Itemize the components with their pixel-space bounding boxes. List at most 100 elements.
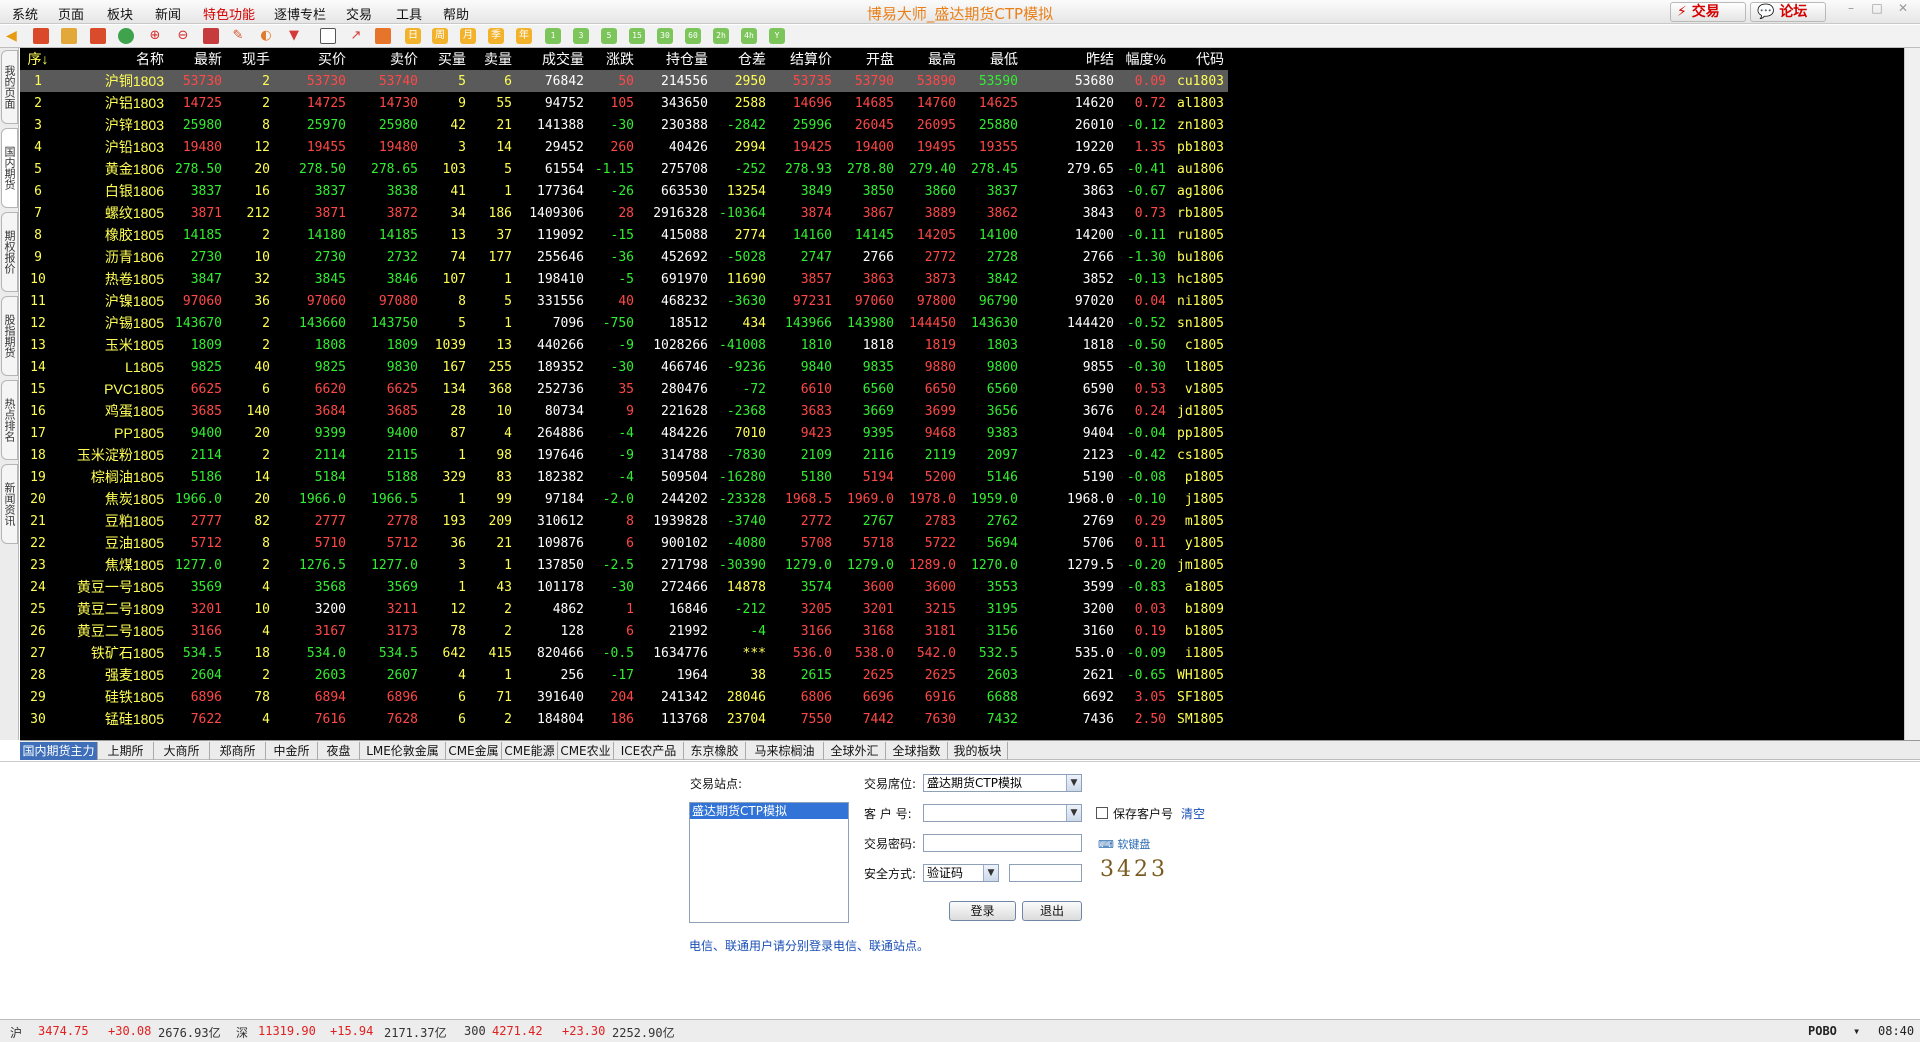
- table-row[interactable]: 4 沪铅1803 19480 12 19455 19480 3 14 29452 260 40426…: [20, 136, 1228, 158]
- security-select[interactable]: 验证码 ▼: [923, 864, 999, 882]
- table-row[interactable]: 9 沥青1806 2730 10 2730 2732 74 177 255646 -36 45269…: [20, 246, 1228, 268]
- soft-keyboard-button[interactable]: ⌨ 软键盘: [1098, 836, 1150, 852]
- back-arrow-icon[interactable]: ◀: [6, 28, 22, 44]
- exchange-tab[interactable]: 中金所: [266, 742, 318, 760]
- client-id-input[interactable]: ▼: [923, 804, 1082, 822]
- table-row[interactable]: 3 沪锌1803 25980 8 25970 25980 42 21 141388 -30 2303…: [20, 114, 1228, 136]
- table-row[interactable]: 16 鸡蛋1805 3685 140 3684 3685 28 10 80734 9 221628 -…: [20, 400, 1228, 422]
- column-header[interactable]: 涨跌: [588, 48, 638, 70]
- exchange-tab[interactable]: 全球指数: [886, 742, 948, 760]
- column-header[interactable]: 名称: [56, 48, 168, 70]
- filter-icon[interactable]: ▼: [286, 28, 302, 44]
- exchange-tab[interactable]: 郑商所: [210, 742, 266, 760]
- column-header[interactable]: 现手: [226, 48, 274, 70]
- column-header[interactable]: 卖量: [470, 48, 516, 70]
- book-icon[interactable]: [61, 28, 77, 44]
- table-row[interactable]: 15 PVC1805 6625 6 6620 6625 134 368 252736 35 2804…: [20, 378, 1228, 400]
- station-list[interactable]: 盛达期货CTP模拟: [689, 802, 849, 923]
- exchange-tab[interactable]: 夜盘: [318, 742, 360, 760]
- table-row[interactable]: 13 玉米1805 1809 2 1808 1809 1039 13 440266 -9 10282…: [20, 334, 1228, 356]
- column-header[interactable]: 幅度%: [1118, 48, 1170, 70]
- period-day-icon[interactable]: 日: [405, 28, 421, 44]
- minute-60-icon[interactable]: 60: [685, 28, 701, 44]
- column-header[interactable]: 结算价: [770, 48, 836, 70]
- maximize-button[interactable]: □: [1866, 2, 1888, 16]
- table-row[interactable]: 18 玉米淀粉1805 2114 2 2114 2115 1 98 197646 -9 314788…: [20, 444, 1228, 466]
- table-row[interactable]: 5 黄金1806 278.50 20 278.50 278.65 103 5 61554 -1.1…: [20, 158, 1228, 180]
- home-icon[interactable]: [33, 28, 49, 44]
- forum-button[interactable]: 💬 论坛: [1750, 2, 1826, 22]
- exchange-tab[interactable]: ICE农产品: [614, 742, 684, 760]
- table-row[interactable]: 19 棕榈油1805 5186 14 5184 5188 329 83 182382 -4 5095…: [20, 466, 1228, 488]
- column-header[interactable]: 最低: [960, 48, 1022, 70]
- table-row[interactable]: 22 豆油1805 5712 8 5710 5712 36 21 109876 6 900102 -4…: [20, 532, 1228, 554]
- table-row[interactable]: 26 黄豆二号1805 3166 4 3167 3173 78 2 128 6 21992 -4 316…: [20, 620, 1228, 642]
- tab-my-page[interactable]: 我的页面: [1, 50, 18, 124]
- save-client-checkbox[interactable]: [1096, 807, 1108, 819]
- kline-icon[interactable]: [375, 28, 391, 44]
- paint-icon[interactable]: ◐: [258, 28, 274, 44]
- exchange-tab[interactable]: 大商所: [154, 742, 210, 760]
- exchange-tab[interactable]: CME金属: [446, 742, 502, 760]
- minute-5-icon[interactable]: 5: [601, 28, 617, 44]
- column-header[interactable]: 代码: [1170, 48, 1228, 70]
- hour-4-icon[interactable]: 4h: [741, 28, 757, 44]
- clear-link[interactable]: 清空: [1181, 805, 1205, 822]
- year-view-icon[interactable]: Y: [769, 28, 785, 44]
- minute-3-icon[interactable]: 3: [573, 28, 589, 44]
- login-button[interactable]: 登录: [949, 901, 1016, 921]
- table-row[interactable]: 20 焦炭1805 1966.0 20 1966.0 1966.5 1 99 97184 -2.0…: [20, 488, 1228, 510]
- column-header[interactable]: 买价: [274, 48, 350, 70]
- table-row[interactable]: 25 黄豆二号1809 3201 10 3200 3211 12 2 4862 1 16846 -21…: [20, 598, 1228, 620]
- tab-options[interactable]: 期权报价: [1, 212, 18, 292]
- list-view-icon[interactable]: [320, 28, 336, 44]
- table-row[interactable]: 2 沪铝1803 14725 2 14725 14730 9 55 94752 105 343650…: [20, 92, 1228, 114]
- column-header[interactable]: 成交量: [516, 48, 588, 70]
- exchange-tab[interactable]: 上期所: [98, 742, 154, 760]
- column-header[interactable]: 开盘: [836, 48, 898, 70]
- period-week-icon[interactable]: 周: [432, 28, 448, 44]
- column-header[interactable]: 仓差: [712, 48, 770, 70]
- captcha-image[interactable]: 3423: [1100, 857, 1168, 882]
- table-row[interactable]: 29 硅铁1805 6896 78 6894 6896 6 71 391640 204 241342…: [20, 686, 1228, 708]
- column-header[interactable]: 最新: [168, 48, 226, 70]
- trade-button[interactable]: ⚡ 交易: [1670, 2, 1746, 22]
- table-row[interactable]: 23 焦煤1805 1277.0 2 1276.5 1277.0 3 1 137850 -2.5 2…: [20, 554, 1228, 576]
- tab-domestic-futures[interactable]: 国内期货: [1, 128, 18, 208]
- table-row[interactable]: 27 铁矿石1805 534.5 18 534.0 534.5 642 415 820466 -0…: [20, 642, 1228, 664]
- exchange-tab[interactable]: CME农业: [558, 742, 614, 760]
- minute-15-icon[interactable]: 15: [629, 28, 645, 44]
- period-quarter-icon[interactable]: 季: [488, 28, 504, 44]
- exchange-tab[interactable]: CME能源: [502, 742, 558, 760]
- minute-30-icon[interactable]: 30: [657, 28, 673, 44]
- column-header[interactable]: 序↓: [20, 48, 56, 70]
- table-row[interactable]: 11 沪镍1805 97060 36 97060 97080 8 5 331556 40 46823…: [20, 290, 1228, 312]
- station-list-item[interactable]: 盛达期货CTP模拟: [690, 803, 848, 819]
- table-row[interactable]: 14 L1805 9825 40 9825 9830 167 255 189352 -30 4667…: [20, 356, 1228, 378]
- exchange-tab[interactable]: 全球外汇: [824, 742, 886, 760]
- table-row[interactable]: 8 橡胶1805 14185 2 14180 14185 13 37 119092 -15 4150…: [20, 224, 1228, 246]
- column-header[interactable]: 最高: [898, 48, 960, 70]
- windows-icon[interactable]: [203, 28, 219, 44]
- hour-2-icon[interactable]: 2h: [713, 28, 729, 44]
- exchange-tab[interactable]: 国内期货主力: [20, 742, 98, 760]
- chart-icon[interactable]: ↗: [348, 28, 364, 44]
- table-row[interactable]: 21 豆粕1805 2777 82 2777 2778 193 209 310612 8 19398…: [20, 510, 1228, 532]
- period-year-icon[interactable]: 年: [516, 28, 532, 44]
- period-month-icon[interactable]: 月: [460, 28, 476, 44]
- pen-icon[interactable]: ✎: [230, 28, 246, 44]
- close-button[interactable]: ✕: [1892, 2, 1914, 16]
- exit-button[interactable]: 退出: [1022, 901, 1082, 921]
- zoom-out-icon[interactable]: ⊖: [175, 28, 191, 44]
- exchange-tab[interactable]: 东京橡胶: [684, 742, 746, 760]
- column-header[interactable]: 昨结: [1022, 48, 1118, 70]
- table-row[interactable]: 6 白银1806 3837 16 3837 3838 41 1 177364 -26 663530 1…: [20, 180, 1228, 202]
- password-input[interactable]: [923, 834, 1082, 852]
- column-header[interactable]: 持仓量: [638, 48, 712, 70]
- table-row[interactable]: 1 沪铜1803 53730 2 53730 53740 5 6 76842 50 214556 29…: [20, 70, 1228, 92]
- column-header[interactable]: 买量: [422, 48, 470, 70]
- minute-1-icon[interactable]: 1: [545, 28, 561, 44]
- table-row[interactable]: 12 沪锡1805 143670 2 143660 143750 5 1 7096 -750 185…: [20, 312, 1228, 334]
- news-icon[interactable]: [90, 28, 106, 44]
- exchange-tab[interactable]: 马来棕榈油: [746, 742, 824, 760]
